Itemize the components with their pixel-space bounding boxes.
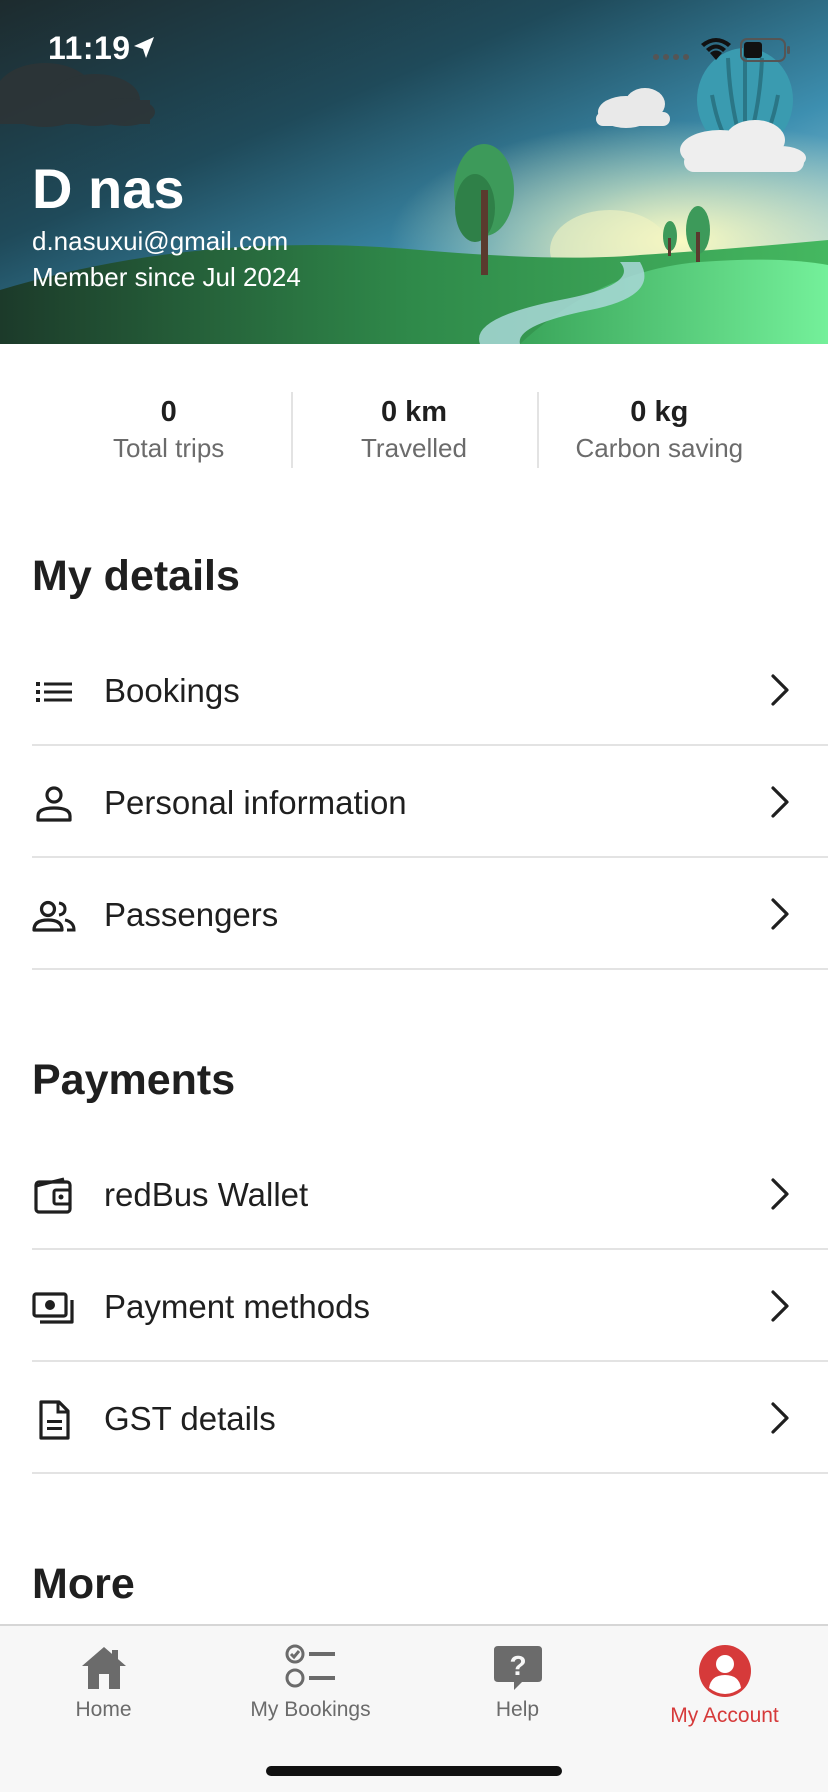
home-indicator [266,1766,562,1776]
tab-label: My Bookings [250,1698,371,1721]
battery-icon [740,38,790,62]
travel-stats: 0 Total trips 0 km Travelled 0 kg Carbon… [46,390,782,468]
status-bar: 11:19 [0,0,828,100]
section-title-more: More [32,1560,135,1608]
menu-item-label: redBus Wallet [104,1176,309,1213]
profile-header: 11:19 D nas d.nasuxui@gmail.com Member s… [0,0,828,344]
chevron-right-icon [771,1402,789,1434]
chevron-right-icon [771,898,789,930]
menu-item-label: GST details [104,1400,276,1437]
menu-item-label: Personal information [104,784,407,821]
tab-home[interactable]: Home [0,1644,207,1744]
location-arrow-icon [134,37,154,58]
stat-value: 0 km [380,396,448,428]
people-icon [32,900,76,932]
bookings-checklist-icon [285,1644,335,1688]
menu-item-gst-details[interactable]: GST details [32,1362,828,1474]
menu-item-personal-information[interactable]: Personal information [32,746,828,858]
menu-item-label: Bookings [104,672,240,709]
tab-label: Help [495,1698,540,1721]
cash-icon [32,1292,74,1324]
chevron-right-icon [771,1290,789,1322]
account-icon [698,1645,751,1697]
menu-item-passengers[interactable]: Passengers [32,858,828,970]
member-since: Member since Jul 2024 [32,262,301,292]
stat-total-trips: 0 Total trips [46,390,291,468]
help-icon: ? [493,1646,542,1690]
document-icon [39,1400,70,1440]
list-icon [36,682,72,702]
signal-icon [653,54,689,60]
chevron-right-icon [771,674,789,706]
chevron-right-icon [771,1178,789,1210]
menu-item-label: Passengers [104,896,279,933]
menu-item-redbus-wallet[interactable]: redBus Wallet [32,1138,828,1250]
chevron-right-icon [771,786,789,818]
stat-carbon-saving: 0 kg Carbon saving [536,390,782,468]
tab-help[interactable]: ? Help [414,1644,621,1744]
home-icon [81,1647,126,1689]
section-title-payments: Payments [32,1056,236,1104]
menu-item-bookings[interactable]: Bookings [32,634,828,746]
status-time: 11:19 [48,30,131,66]
tab-label: My Account [670,1704,779,1727]
section-title-my-details: My details [32,552,240,600]
stat-value: 0 [160,396,177,428]
stat-label: Total trips [113,433,225,463]
menu-item-payment-methods[interactable]: Payment methods [32,1250,828,1362]
menu-item-label: Payment methods [104,1288,370,1325]
person-icon [36,786,72,822]
wallet-icon [34,1177,72,1214]
stat-label: Carbon saving [575,433,744,463]
tab-my-account[interactable]: My Account [621,1644,828,1744]
svg-text:?: ? [509,1650,526,1681]
stat-value: 0 kg [630,396,689,428]
tab-my-bookings[interactable]: My Bookings [207,1644,414,1744]
profile-email: d.nasuxui@gmail.com [32,226,289,256]
stat-label: Travelled [361,433,467,463]
tab-label: Home [75,1698,132,1721]
wifi-icon [701,38,731,60]
profile-name: D nas [32,157,185,220]
stat-travelled: 0 km Travelled [291,390,536,468]
